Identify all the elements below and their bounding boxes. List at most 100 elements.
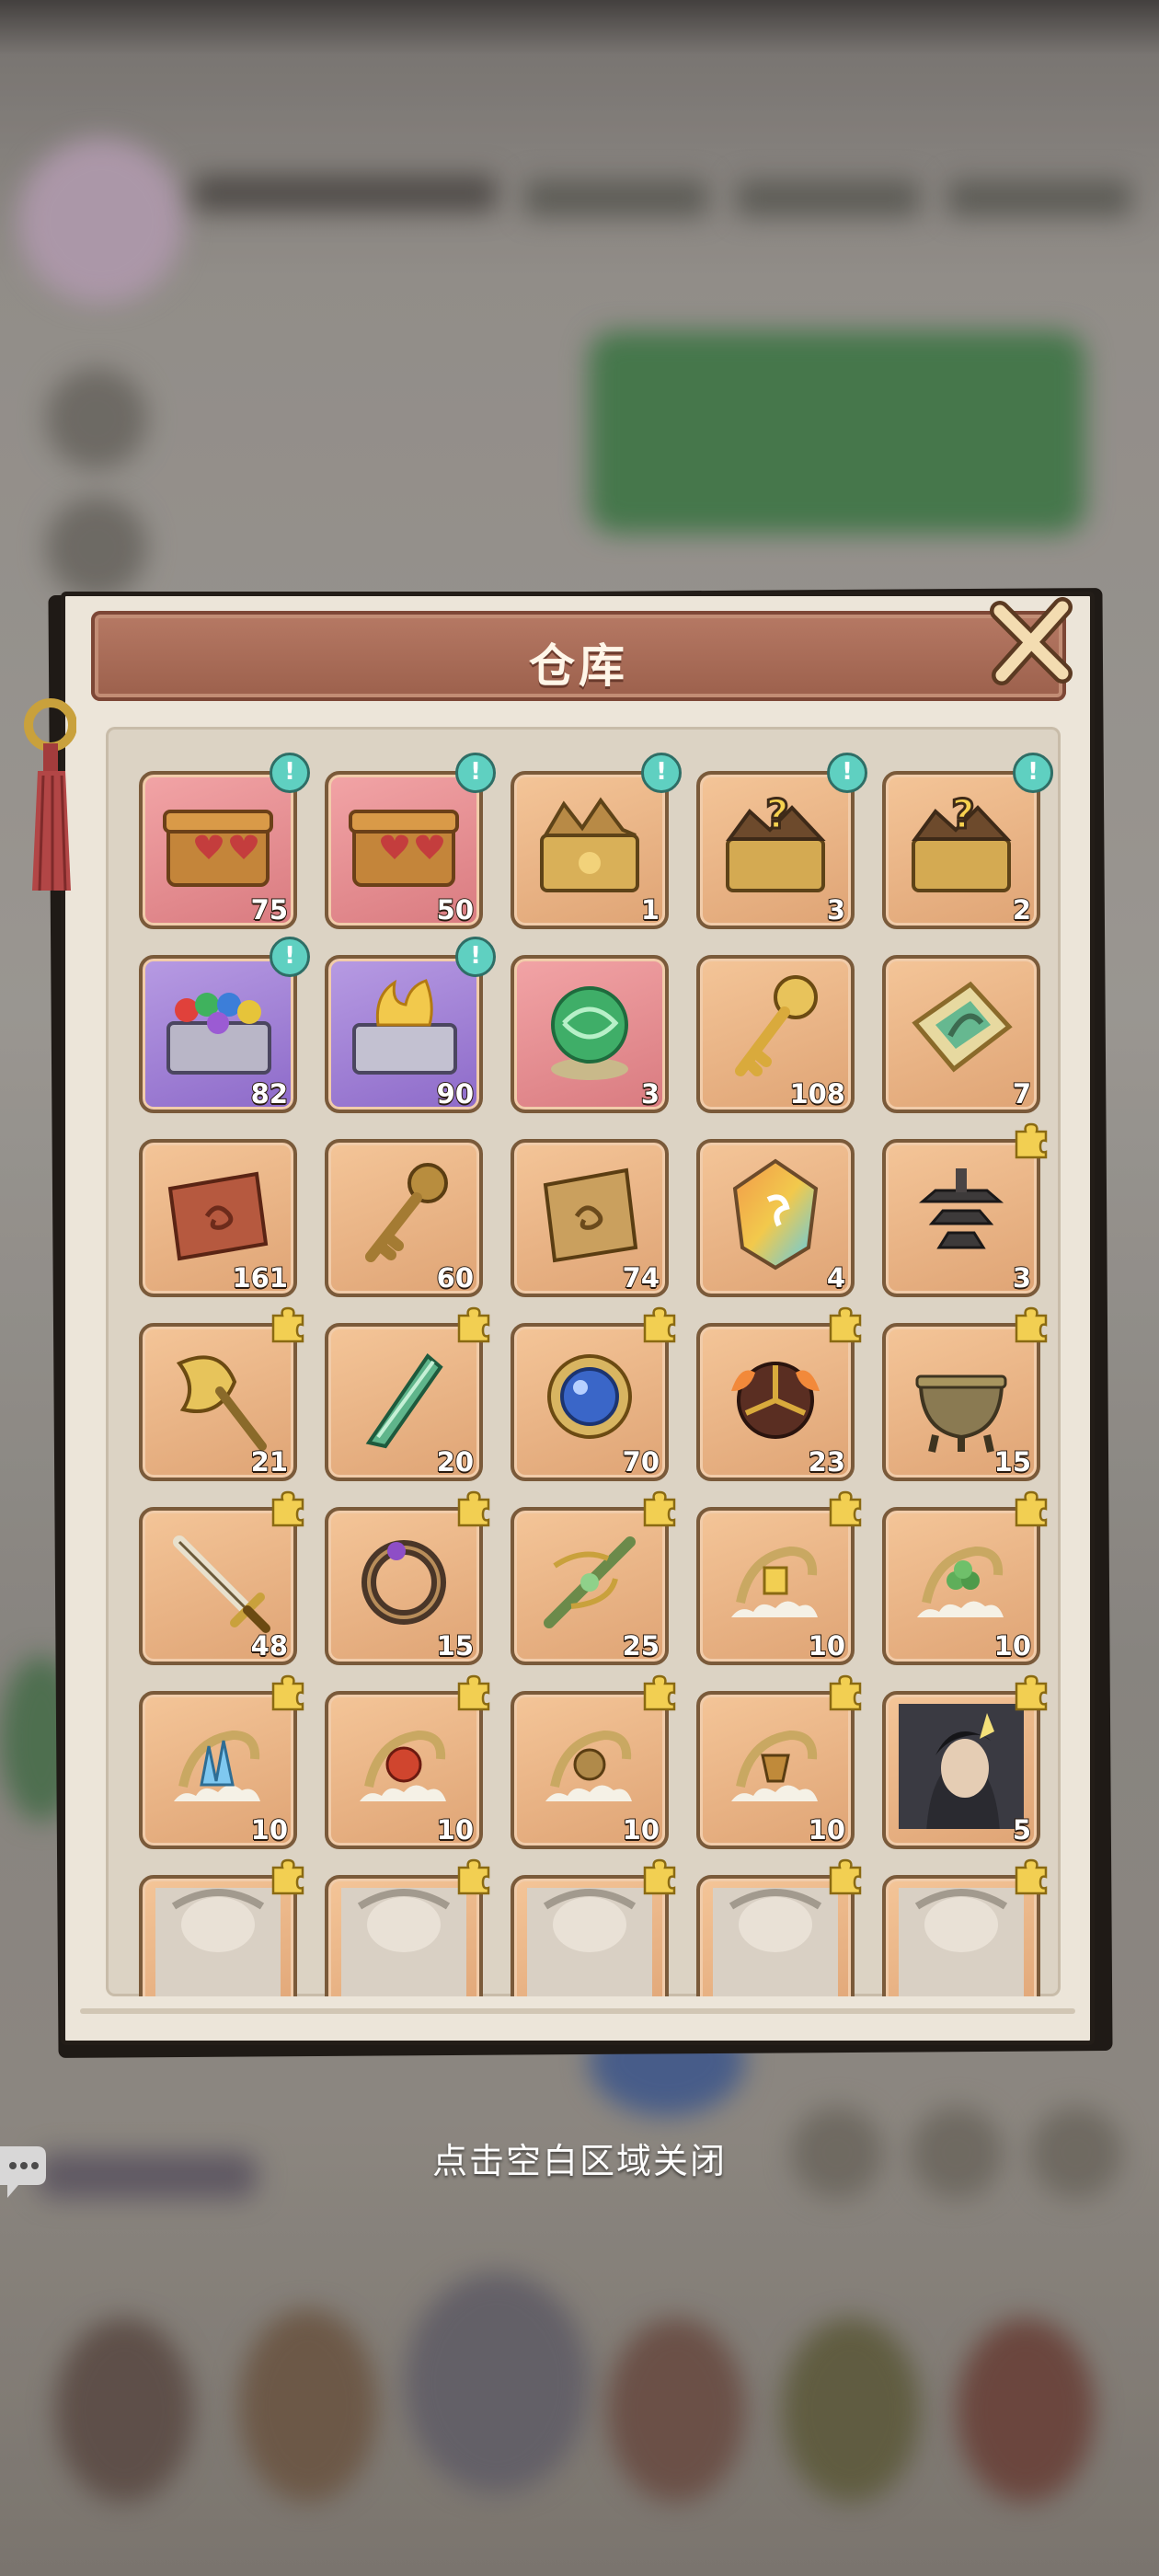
jade-orb-icon <box>551 986 628 1080</box>
item-slot[interactable]: 70 <box>511 1306 676 1481</box>
bronze-cauldron-fragment-icon <box>915 1374 1007 1453</box>
item-slot[interactable]: 1! <box>511 753 682 929</box>
item-slot[interactable]: 23 <box>696 1306 862 1481</box>
puzzle-piece-icon <box>457 1674 490 1711</box>
mystery-chest-icon: ? <box>726 790 826 892</box>
mystery-chest-icon: ? <box>912 790 1012 892</box>
hero-portrait-partial-icon <box>527 1888 652 1996</box>
item-count: 70 <box>622 1445 660 1478</box>
item-slot[interactable]: 4 <box>696 1139 855 1297</box>
item-count: 20 <box>436 1445 475 1478</box>
item-slot[interactable]: 20 <box>325 1306 490 1481</box>
puzzle-piece-icon <box>271 1490 304 1527</box>
item-slot[interactable]: 74 <box>511 1139 669 1297</box>
item-slot[interactable]: 5 <box>882 1674 1048 1849</box>
red-scroll-icon <box>167 1171 269 1261</box>
item-count: 7 <box>1012 1077 1032 1110</box>
item-count: 3 <box>1012 1261 1032 1294</box>
item-slot[interactable]: 108 <box>696 955 855 1113</box>
puzzle-piece-icon <box>643 1490 676 1527</box>
heart-chest-icon <box>163 810 273 887</box>
item-slot[interactable]: 3 <box>511 955 669 1113</box>
item-count: 5 <box>1012 1813 1032 1846</box>
item-slot[interactable]: 10 <box>696 1674 862 1849</box>
item-slot[interactable] <box>139 1858 304 1996</box>
bronze-key-icon <box>365 1163 448 1262</box>
item-slot[interactable]: 75! <box>139 753 310 929</box>
puzzle-piece-icon <box>1015 1306 1048 1343</box>
item-slot[interactable]: 21 <box>139 1306 304 1481</box>
item-slot[interactable] <box>882 1858 1048 1996</box>
svg-text:?: ? <box>951 791 975 838</box>
puzzle-piece-icon <box>829 1490 862 1527</box>
item-slot[interactable]: ? 3! <box>696 753 867 929</box>
item-slot[interactable]: 10 <box>696 1490 862 1665</box>
green-crossbow-fragment-icon <box>544 1536 636 1628</box>
item-count: 50 <box>436 893 475 926</box>
item-grid-container[interactable]: 75! 50! 1!? 3!? 2! 82! 90! 3 108 7 161 60 74 4 3 21 20 70… <box>106 727 1061 1996</box>
dragon-cloud-ice-icon <box>174 1730 260 1801</box>
puzzle-piece-icon <box>829 1858 862 1895</box>
item-slot[interactable]: 10 <box>325 1674 490 1849</box>
rainbow-crystal-icon <box>732 1158 819 1271</box>
puzzle-piece-icon <box>1015 1858 1048 1895</box>
item-slot[interactable]: 10 <box>511 1674 676 1849</box>
puzzle-piece-icon <box>457 1306 490 1343</box>
axe-fragment-icon <box>176 1355 267 1451</box>
item-slot[interactable]: 82! <box>139 937 310 1113</box>
blue-orb-fragment-icon <box>547 1354 632 1439</box>
item-count: 10 <box>808 1813 846 1846</box>
item-slot[interactable]: 60 <box>325 1139 483 1297</box>
new-item-exclamation-icon: ! <box>455 753 496 793</box>
gem-chest-icon <box>166 993 271 1075</box>
item-slot[interactable] <box>696 1858 862 1996</box>
item-count: 82 <box>250 1077 289 1110</box>
flame-chest-icon <box>352 979 457 1075</box>
item-count: 25 <box>622 1629 660 1662</box>
puzzle-piece-icon <box>271 1858 304 1895</box>
item-count: 15 <box>993 1445 1032 1478</box>
item-slot[interactable]: ? 2! <box>882 753 1053 929</box>
item-count: 90 <box>436 1077 475 1110</box>
item-slot[interactable]: 10 <box>139 1674 304 1849</box>
jade-plaque-icon <box>912 981 1013 1073</box>
item-slot[interactable]: 50! <box>325 753 496 929</box>
item-slot[interactable]: 161 <box>139 1139 297 1297</box>
hero-portrait-partial-icon <box>341 1888 466 1996</box>
item-count: 60 <box>436 1261 475 1294</box>
puzzle-piece-icon <box>457 1490 490 1527</box>
dialog-title: 仓库 <box>529 639 628 693</box>
item-count: 21 <box>250 1445 289 1478</box>
new-item-exclamation-icon: ! <box>455 937 496 977</box>
close-icon[interactable] <box>981 591 1083 692</box>
item-count: 10 <box>250 1813 289 1846</box>
item-slot[interactable] <box>325 1858 490 1996</box>
svg-text:?: ? <box>765 791 789 838</box>
item-slot[interactable]: 7 <box>882 955 1040 1113</box>
item-count: 10 <box>808 1629 846 1662</box>
item-count: 161 <box>231 1261 289 1294</box>
item-slot[interactable] <box>511 1858 676 1996</box>
pagoda-fragment-icon <box>918 1168 1004 1249</box>
dragon-cloud-bronze-icon <box>545 1730 632 1801</box>
item-slot[interactable]: 90! <box>325 937 496 1113</box>
puzzle-piece-icon <box>271 1306 304 1343</box>
new-item-exclamation-icon: ! <box>1013 753 1053 793</box>
item-slot[interactable]: 3 <box>882 1122 1048 1297</box>
item-slot[interactable]: 10 <box>882 1490 1048 1665</box>
item-count: 4 <box>826 1261 846 1294</box>
puzzle-piece-icon <box>1015 1674 1048 1711</box>
item-count: 48 <box>250 1629 289 1662</box>
item-count: 75 <box>250 893 289 926</box>
item-slot[interactable]: 48 <box>139 1490 304 1665</box>
puzzle-piece-icon <box>457 1858 490 1895</box>
hero-portrait-partial-icon <box>713 1888 838 1996</box>
item-slot[interactable]: 25 <box>511 1490 676 1665</box>
hero-portrait-icon <box>899 1704 1024 1829</box>
sword-fragment-icon <box>173 1535 270 1633</box>
fire-shield-fragment-icon <box>731 1362 820 1439</box>
new-item-exclamation-icon: ! <box>827 753 867 793</box>
jade-blade-fragment-icon <box>365 1353 443 1449</box>
item-slot[interactable]: 15 <box>882 1306 1048 1481</box>
item-slot[interactable]: 15 <box>325 1490 490 1665</box>
